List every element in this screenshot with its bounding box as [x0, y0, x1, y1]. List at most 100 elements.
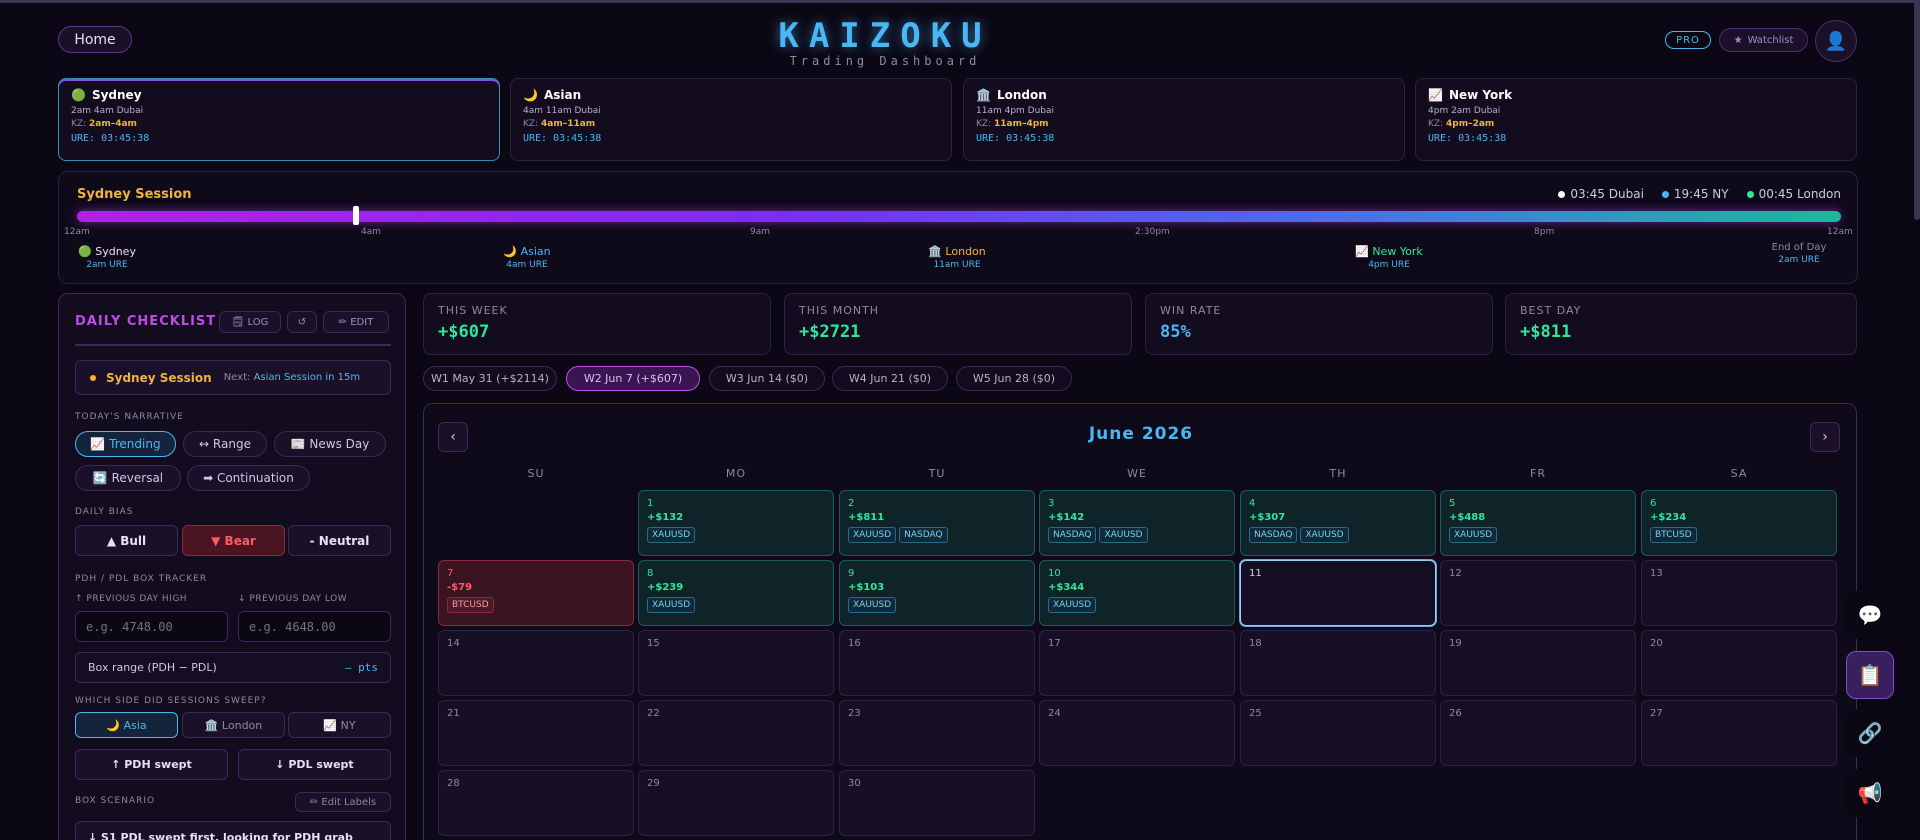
calendar-day-cell[interactable]: 10 +$344 XAUUSD [1039, 560, 1235, 626]
narrative-range[interactable]: ↔ Range [183, 431, 267, 457]
killzone-value: 11am–4pm [993, 119, 1049, 129]
instrument-tag: XAUUSD [647, 597, 696, 613]
log-button[interactable]: 🗒 LOG [219, 311, 281, 333]
calendar-day-cell[interactable]: 2 +$811 XAUUSD NASDAQ [839, 490, 1035, 556]
edit-labels-button[interactable]: ✏ Edit Labels [295, 792, 391, 812]
box-range-display: Box range (PDH − PDL) – pts [75, 652, 391, 683]
next-month-button[interactable]: › [1810, 422, 1840, 452]
day-pnl: +$811 [848, 512, 885, 523]
bias-bear-button[interactable]: ▼ Bear [182, 525, 285, 556]
calendar-day-cell[interactable]: 18 [1240, 630, 1436, 696]
next-label: Next: [223, 372, 251, 383]
session-hours: 2am 4am Dubai [71, 106, 144, 116]
calendar-day-cell[interactable]: 26 [1440, 700, 1636, 766]
pdl-input[interactable] [238, 611, 391, 642]
calendar-day-cell[interactable]: 16 [839, 630, 1035, 696]
day-number: 6 [1650, 498, 1657, 509]
timeline-current-marker[interactable] [352, 206, 359, 225]
home-button[interactable]: Home [58, 26, 132, 53]
session-card-sydney[interactable]: 🟢 Sydney 2am 4am Dubai KZ: 2am–4am URE: 0… [58, 78, 500, 161]
watchlist-button[interactable]: ★ Watchlist [1719, 28, 1808, 52]
session-countdown: URE: 03:45:38 [1428, 133, 1507, 144]
bias-label: DAILY BIAS [75, 507, 134, 517]
calendar-day-cell[interactable]: 22 [638, 700, 834, 766]
sweep-asia-button[interactable]: 🌙 Asia [75, 712, 178, 738]
narrative-reversal[interactable]: 🔄 Reversal [75, 465, 181, 491]
calendar-day-cell[interactable]: 28 [438, 770, 634, 836]
week-tab-4[interactable]: W4 Jun 21 ($0) [832, 366, 948, 391]
pdh-input[interactable] [75, 611, 228, 642]
tick-label: 4am [361, 227, 382, 237]
stat-label: WIN RATE [1160, 304, 1222, 317]
pdh-swept-button[interactable]: ↑ PDH swept [75, 749, 228, 780]
calendar-day-cell[interactable]: 29 [638, 770, 834, 836]
calendar-day-cell[interactable]: 6 +$234 BTCUSD [1641, 490, 1837, 556]
edit-button[interactable]: ✏ EDIT [323, 311, 389, 333]
day-number: 26 [1449, 708, 1462, 719]
box-range-label: Box range (PDH − PDL) [88, 661, 217, 674]
session-card-london[interactable]: 🏛️ London 11am 4pm Dubai KZ: 11am–4pm URE… [963, 78, 1405, 161]
day-pnl: +$344 [1048, 582, 1085, 593]
calendar-day-cell[interactable]: 21 [438, 700, 634, 766]
session-card-asian[interactable]: 🌙 Asian 4am 11am Dubai KZ: 4am–11am URE: … [510, 78, 952, 161]
stat-this-week: THIS WEEK +$607 [423, 293, 771, 355]
calendar-day-cell[interactable]: 11 [1240, 560, 1436, 626]
instrument-tag: XAUUSD [1099, 527, 1148, 543]
day-number: 18 [1249, 638, 1262, 649]
week-tab-3[interactable]: W3 Jun 14 ($0) [709, 366, 825, 391]
week-tab-2[interactable]: W2 Jun 7 (+$607) [566, 366, 700, 391]
narrative-trending[interactable]: 📈 Trending [75, 431, 176, 457]
stat-label: BEST DAY [1520, 304, 1582, 317]
narrative-continuation[interactable]: ➡ Continuation [187, 465, 310, 491]
calendar-day-cell[interactable]: 27 [1641, 700, 1837, 766]
calendar-day-cell[interactable]: 15 [638, 630, 834, 696]
week-tab-5[interactable]: W5 Jun 28 ($0) [956, 366, 1072, 391]
day-pnl: +$234 [1650, 512, 1687, 523]
bias-bull-button[interactable]: ▲ Bull [75, 525, 178, 556]
pdl-swept-button[interactable]: ↓ PDL swept [238, 749, 391, 780]
calendar-day-cell[interactable]: 13 [1641, 560, 1837, 626]
calendar-day-cell[interactable]: 1 +$132 XAUUSD [638, 490, 834, 556]
calendar-day-cell[interactable]: 7 -$79 BTCUSD [438, 560, 634, 626]
calendar-day-cell[interactable]: 14 [438, 630, 634, 696]
calendar-day-cell[interactable]: 19 [1440, 630, 1636, 696]
day-number: 2 [848, 498, 855, 509]
scenario-option[interactable]: ↓ S1 PDL swept first, looking for PDH gr… [75, 821, 391, 840]
day-number: 28 [447, 778, 460, 789]
session-countdown: URE: 03:45:38 [976, 133, 1055, 144]
calendar-day-cell[interactable]: 4 +$307 NASDAQ XAUUSD [1240, 490, 1436, 556]
links-button[interactable]: 🔗 [1846, 709, 1894, 757]
page-scrollbar[interactable] [1914, 0, 1920, 220]
calendar-day-cell[interactable]: 30 [839, 770, 1035, 836]
sweep-london-button[interactable]: 🏛️ London [182, 712, 285, 738]
calendar-day-cell[interactable]: 3 +$142 NASDAQ XAUUSD [1039, 490, 1235, 556]
narrative-news-day[interactable]: 📰 News Day [274, 431, 386, 457]
calendar-day-cell[interactable]: 20 [1641, 630, 1837, 696]
reset-button[interactable]: ↺ [287, 311, 317, 333]
chat-button[interactable]: 💬 [1846, 591, 1894, 639]
sweep-ny-button[interactable]: 📈 NY [288, 712, 391, 738]
instrument-tag: XAUUSD [1300, 527, 1349, 543]
calendar-day-cell[interactable]: 24 [1039, 700, 1235, 766]
calendar-day-cell[interactable]: 5 +$488 XAUUSD [1440, 490, 1636, 556]
bias-neutral-button[interactable]: - Neutral [288, 525, 391, 556]
calendar-day-cell[interactable]: 25 [1240, 700, 1436, 766]
calendar-day-cell[interactable]: 23 [839, 700, 1035, 766]
current-session-name: Sydney Session [106, 370, 212, 385]
checklist-toggle-button[interactable]: 📋 [1846, 651, 1894, 699]
day-number: 16 [848, 638, 861, 649]
avatar[interactable]: 👤 [1815, 20, 1857, 62]
calendar-day-cell[interactable]: 9 +$103 XAUUSD [839, 560, 1035, 626]
pro-badge: PRO [1665, 31, 1711, 49]
week-tab-1[interactable]: W1 May 31 (+$2114) [423, 366, 557, 391]
calendar-day-cell[interactable]: 12 [1440, 560, 1636, 626]
day-number: 30 [848, 778, 861, 789]
stat-label: THIS MONTH [799, 304, 880, 317]
stat-this-month: THIS MONTH +$2721 [784, 293, 1132, 355]
calendar-day-cell[interactable]: 8 +$239 XAUUSD [638, 560, 834, 626]
world-clocks: 03:45 Dubai 19:45 NY 00:45 London [1558, 187, 1841, 201]
session-card-new-york[interactable]: 📈 New York 4pm 2am Dubai KZ: 4pm–2am URE:… [1415, 78, 1857, 161]
stat-value: +$2721 [799, 322, 861, 342]
calendar-day-cell[interactable]: 17 [1039, 630, 1235, 696]
announcements-button[interactable]: 📢 [1846, 769, 1894, 817]
